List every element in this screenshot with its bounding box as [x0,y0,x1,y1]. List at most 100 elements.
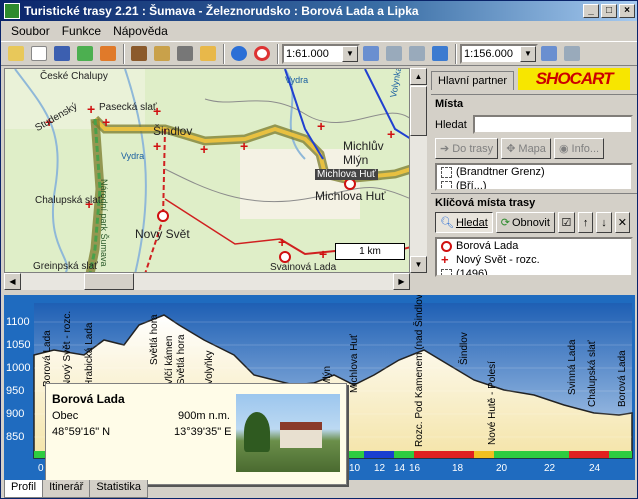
popup-longitude: 13°39'35" E [174,426,232,438]
checklist-button[interactable]: ☑ [557,212,575,233]
map-label: Michlův Mlýn [343,139,384,167]
map-scale-select[interactable]: 1:61.000 ▼ [282,43,360,64]
x-tick: 16 [409,463,421,474]
map-label: Národní park Šumava [99,179,109,267]
profile-place-label: Borová Lada [42,330,53,387]
key-places-title: Klíčová místa trasy [431,193,637,212]
scroll-right-icon[interactable]: ▶ [393,273,410,290]
app-window: Turistické trasy 2.21 : Šumava - Železno… [0,0,638,499]
zoom2-button[interactable] [561,43,583,65]
import-icon [100,46,116,61]
chevron-down-icon[interactable]: ▼ [342,45,358,62]
undo-icon [231,46,247,61]
close-button[interactable]: × [619,4,635,18]
profile-place-label: Rozc. Pod Kamenem (nad Šindlovem) [414,295,425,447]
partner-tabs: Hlavní partner SHOCART [431,68,637,90]
overview-scale-value: 1:156.000 [464,47,513,60]
pan-button[interactable] [360,43,382,65]
measure-button[interactable] [197,43,219,65]
popup-elevation: 900m n.m. [178,410,230,422]
arrow-down-icon: ↓ [601,216,607,229]
place-photo [236,394,340,472]
target-button[interactable] [251,43,273,65]
list-item[interactable]: (Bří...) [437,179,631,189]
grid-icon [154,46,170,61]
chevron-down-icon[interactable]: ▼ [520,45,536,62]
scroll-thumb[interactable] [84,273,134,290]
svg-text:+: + [240,138,248,154]
menu-napoveda[interactable]: Nápověda [107,24,174,38]
save-button[interactable] [51,43,73,65]
window-title: Turistické trasy 2.21 : Šumava - Železno… [24,4,419,18]
tab-partner[interactable]: Hlavní partner [431,71,515,90]
places-list[interactable]: (Brandtner Grenz) (Bří...) [435,163,633,191]
search-icon: 🔍︎ [440,217,454,229]
import-button[interactable] [97,43,119,65]
export-button[interactable] [74,43,96,65]
search-button[interactable]: 🔍︎ Hledat [435,212,493,233]
tab-itinerar[interactable]: Itinerář [42,480,91,498]
info-button[interactable]: ◉ Info... [553,138,605,159]
export-icon [77,46,93,61]
list-item[interactable]: (Brandtner Grenz) [437,165,631,179]
info-label: Info... [571,142,600,155]
tools-button[interactable] [174,43,196,65]
list-item-label: (Brandtner Grenz) [456,166,545,178]
to-route-button[interactable]: ➔ Do trasy [435,138,499,159]
undo-button[interactable] [228,43,250,65]
scroll-up-icon[interactable]: ▲ [410,68,427,85]
refresh-button[interactable]: ⟳ Obnovit [495,212,555,233]
new-button[interactable] [28,43,50,65]
minimize-button[interactable]: _ [583,4,599,18]
zoom-in-button[interactable] [383,43,405,65]
remove-button[interactable]: ✕ [614,212,631,233]
atlas-button[interactable] [128,43,150,65]
tab-statistika[interactable]: Statistika [89,480,148,498]
open-button[interactable] [5,43,27,65]
map-scale-text: 1 km [359,246,381,257]
zoom-out-button[interactable] [406,43,428,65]
pan2-button[interactable] [538,43,560,65]
list-item[interactable]: (1496) [437,267,631,277]
map-button[interactable]: ✥ Mapa [501,138,551,159]
move-down-button[interactable]: ↓ [596,212,612,233]
layers-button[interactable] [151,43,173,65]
map-label: Vydra [121,151,145,161]
maximize-button[interactable]: □ [601,4,617,18]
x-tick: 18 [452,463,464,474]
scroll-left-icon[interactable]: ◀ [4,273,21,290]
places-search-input[interactable] [472,115,633,134]
popup-latitude: 48°59'16" N [52,426,111,438]
list-item[interactable]: + Nový Svět - rozc. [437,253,631,267]
menu-funkce[interactable]: Funkce [56,24,107,38]
map-horizontal-scrollbar[interactable]: ◀ ▶ [4,273,410,290]
list-item[interactable]: Borová Lada [437,239,631,253]
profile-tabs: Profil Itinerář Statistika [4,480,148,498]
toolbar-separator [223,43,225,64]
village-marker-icon [441,240,452,252]
places-title: Místa [431,94,637,113]
title-bar: Turistické trasy 2.21 : Šumava - Železno… [1,1,637,21]
map-view[interactable]: + + + + + + + + + + + + České Chalupy Pasecká sl… [4,68,410,273]
profile-place-label: Hrabická Lada [84,322,95,387]
map-label: České Chalupy [40,71,108,82]
places-search-row: Hledat [431,113,637,136]
x-tick: 12 [374,463,386,474]
map-vertical-scrollbar[interactable]: ▲ ▼ [410,68,427,273]
tab-profil[interactable]: Profil [4,480,44,498]
right-panel: Hlavní partner SHOCART Místa Hledat ➔ Do … [431,68,637,293]
profile-place-label: Volyňky [204,350,215,385]
map-scale-value: 1:61.000 [286,47,329,60]
zoom-in-icon [564,46,580,61]
scroll-thumb[interactable] [410,86,427,136]
move-up-button[interactable]: ↑ [577,212,594,233]
tree-shape [244,412,270,452]
search-button-label: Hledat [455,216,488,229]
scroll-down-icon[interactable]: ▼ [410,256,427,273]
menu-soubor[interactable]: Soubor [5,24,56,38]
key-places-list[interactable]: Borová Lada + Nový Svět - rozc. (1496) [435,237,633,277]
map-label: Michlova Huť [315,189,386,203]
overview-scale-select[interactable]: 1:156.000 ▼ [460,43,538,64]
list-item-label: (1496) [456,268,488,277]
profile-button[interactable] [429,43,451,65]
